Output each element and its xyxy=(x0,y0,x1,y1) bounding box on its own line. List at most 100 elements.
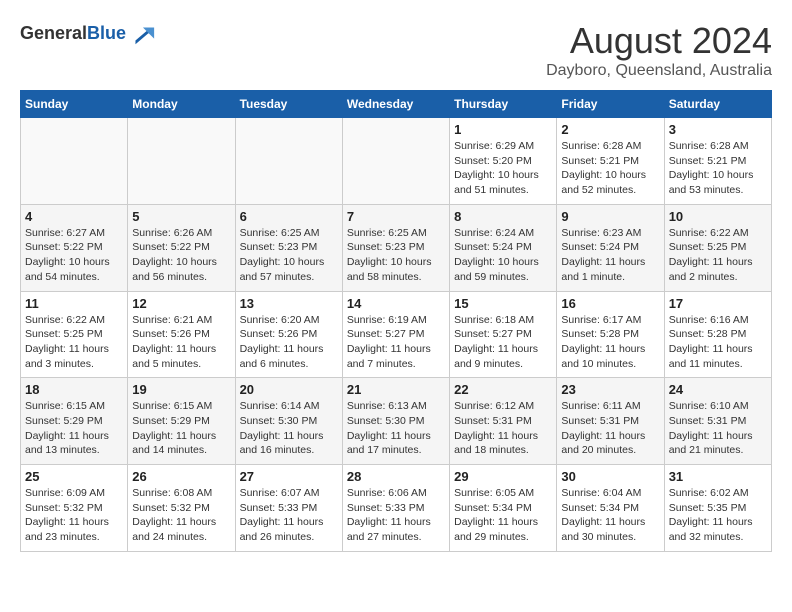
day-info: Sunrise: 6:07 AMSunset: 5:33 PMDaylight:… xyxy=(240,486,338,545)
calendar-week-row: 25 Sunrise: 6:09 AMSunset: 5:32 PMDayligh… xyxy=(21,465,772,552)
day-header: Monday xyxy=(128,91,235,118)
logo: GeneralBlue xyxy=(20,20,156,48)
day-number: 28 xyxy=(347,469,445,484)
calendar-day-cell: 10Sunrise: 6:22 AMSunset: 5:25 PMDayligh… xyxy=(664,204,771,291)
logo-icon xyxy=(128,20,156,48)
day-info: Sunrise: 6:28 AMSunset: 5:21 PMDaylight:… xyxy=(669,139,767,198)
calendar-day-cell: 24 Sunrise: 6:10 AMSunset: 5:31 PMDayligh… xyxy=(664,378,771,465)
day-number: 30 xyxy=(561,469,659,484)
day-number: 17 xyxy=(669,296,767,311)
calendar-day-cell: 26 Sunrise: 6:08 AMSunset: 5:32 PMDayligh… xyxy=(128,465,235,552)
day-number: 9 xyxy=(561,209,659,224)
calendar-header: SundayMondayTuesdayWednesdayThursdayFrid… xyxy=(21,91,772,118)
day-header: Sunday xyxy=(21,91,128,118)
day-info: Sunrise: 6:29 AMSunset: 5:20 PMDaylight:… xyxy=(454,139,552,198)
day-number: 1 xyxy=(454,122,552,137)
day-number: 23 xyxy=(561,382,659,397)
calendar-day-cell: 16 Sunrise: 6:17 AMSunset: 5:28 PMDayligh… xyxy=(557,291,664,378)
day-number: 3 xyxy=(669,122,767,137)
day-info: Sunrise: 6:08 AMSunset: 5:32 PMDaylight:… xyxy=(132,486,230,545)
day-number: 31 xyxy=(669,469,767,484)
day-info: Sunrise: 6:27 AMSunset: 5:22 PMDaylight:… xyxy=(25,226,123,285)
calendar-day-cell xyxy=(21,118,128,205)
page-header: GeneralBlue August 2024 Dayboro, Queensl… xyxy=(20,20,772,80)
day-info: Sunrise: 6:17 AMSunset: 5:28 PMDaylight:… xyxy=(561,313,659,372)
calendar-day-cell: 30Sunrise: 6:04 AMSunset: 5:34 PMDayligh… xyxy=(557,465,664,552)
day-number: 27 xyxy=(240,469,338,484)
day-number: 16 xyxy=(561,296,659,311)
day-info: Sunrise: 6:15 AMSunset: 5:29 PMDaylight:… xyxy=(25,399,123,458)
calendar-week-row: 1 Sunrise: 6:29 AMSunset: 5:20 PMDaylight… xyxy=(21,118,772,205)
calendar-day-cell: 22 Sunrise: 6:12 AMSunset: 5:31 PMDayligh… xyxy=(450,378,557,465)
calendar-day-cell: 18 Sunrise: 6:15 AMSunset: 5:29 PMDayligh… xyxy=(21,378,128,465)
calendar-day-cell xyxy=(342,118,449,205)
day-info: Sunrise: 6:21 AMSunset: 5:26 PMDaylight:… xyxy=(132,313,230,372)
logo-general-text: General xyxy=(20,23,87,43)
calendar-day-cell: 28 Sunrise: 6:06 AMSunset: 5:33 PMDayligh… xyxy=(342,465,449,552)
day-info: Sunrise: 6:28 AMSunset: 5:21 PMDaylight:… xyxy=(561,139,659,198)
day-info: Sunrise: 6:24 AMSunset: 5:24 PMDaylight:… xyxy=(454,226,552,285)
day-info: Sunrise: 6:02 AMSunset: 5:35 PMDaylight:… xyxy=(669,486,767,545)
calendar-day-cell: 1 Sunrise: 6:29 AMSunset: 5:20 PMDaylight… xyxy=(450,118,557,205)
day-number: 18 xyxy=(25,382,123,397)
day-info: Sunrise: 6:12 AMSunset: 5:31 PMDaylight:… xyxy=(454,399,552,458)
calendar-day-cell: 2 Sunrise: 6:28 AMSunset: 5:21 PMDaylight… xyxy=(557,118,664,205)
day-header: Friday xyxy=(557,91,664,118)
calendar-day-cell: 20Sunrise: 6:14 AMSunset: 5:30 PMDayligh… xyxy=(235,378,342,465)
calendar-day-cell: 19 Sunrise: 6:15 AMSunset: 5:29 PMDayligh… xyxy=(128,378,235,465)
day-number: 13 xyxy=(240,296,338,311)
day-info: Sunrise: 6:11 AMSunset: 5:31 PMDaylight:… xyxy=(561,399,659,458)
day-info: Sunrise: 6:10 AMSunset: 5:31 PMDaylight:… xyxy=(669,399,767,458)
day-number: 26 xyxy=(132,469,230,484)
day-number: 25 xyxy=(25,469,123,484)
day-number: 24 xyxy=(669,382,767,397)
calendar-day-cell: 8 Sunrise: 6:24 AMSunset: 5:24 PMDaylight… xyxy=(450,204,557,291)
day-number: 15 xyxy=(454,296,552,311)
day-number: 21 xyxy=(347,382,445,397)
day-number: 8 xyxy=(454,209,552,224)
day-number: 10 xyxy=(669,209,767,224)
calendar-day-cell: 15 Sunrise: 6:18 AMSunset: 5:27 PMDayligh… xyxy=(450,291,557,378)
calendar-day-cell: 17 Sunrise: 6:16 AMSunset: 5:28 PMDayligh… xyxy=(664,291,771,378)
day-number: 7 xyxy=(347,209,445,224)
calendar-day-cell: 25 Sunrise: 6:09 AMSunset: 5:32 PMDayligh… xyxy=(21,465,128,552)
calendar-day-cell: 23 Sunrise: 6:11 AMSunset: 5:31 PMDayligh… xyxy=(557,378,664,465)
calendar-table: SundayMondayTuesdayWednesdayThursdayFrid… xyxy=(20,90,772,552)
day-info: Sunrise: 6:19 AMSunset: 5:27 PMDaylight:… xyxy=(347,313,445,372)
day-number: 22 xyxy=(454,382,552,397)
day-number: 11 xyxy=(25,296,123,311)
day-number: 29 xyxy=(454,469,552,484)
day-number: 5 xyxy=(132,209,230,224)
day-info: Sunrise: 6:22 AMSunset: 5:25 PMDaylight:… xyxy=(25,313,123,372)
day-header: Thursday xyxy=(450,91,557,118)
day-info: Sunrise: 6:09 AMSunset: 5:32 PMDaylight:… xyxy=(25,486,123,545)
calendar-day-cell: 9 Sunrise: 6:23 AMSunset: 5:24 PMDaylight… xyxy=(557,204,664,291)
header-row: SundayMondayTuesdayWednesdayThursdayFrid… xyxy=(21,91,772,118)
day-info: Sunrise: 6:20 AMSunset: 5:26 PMDaylight:… xyxy=(240,313,338,372)
calendar-day-cell: 4 Sunrise: 6:27 AMSunset: 5:22 PMDaylight… xyxy=(21,204,128,291)
calendar-day-cell: 12Sunrise: 6:21 AMSunset: 5:26 PMDayligh… xyxy=(128,291,235,378)
calendar-week-row: 18 Sunrise: 6:15 AMSunset: 5:29 PMDayligh… xyxy=(21,378,772,465)
title-area: August 2024 Dayboro, Queensland, Austral… xyxy=(546,20,772,80)
day-info: Sunrise: 6:05 AMSunset: 5:34 PMDaylight:… xyxy=(454,486,552,545)
calendar-day-cell: 27 Sunrise: 6:07 AMSunset: 5:33 PMDayligh… xyxy=(235,465,342,552)
calendar-day-cell: 6Sunrise: 6:25 AMSunset: 5:23 PMDaylight… xyxy=(235,204,342,291)
calendar-week-row: 11 Sunrise: 6:22 AMSunset: 5:25 PMDayligh… xyxy=(21,291,772,378)
day-number: 19 xyxy=(132,382,230,397)
day-info: Sunrise: 6:25 AMSunset: 5:23 PMDaylight:… xyxy=(347,226,445,285)
calendar-day-cell xyxy=(235,118,342,205)
day-info: Sunrise: 6:06 AMSunset: 5:33 PMDaylight:… xyxy=(347,486,445,545)
calendar-day-cell: 7 Sunrise: 6:25 AMSunset: 5:23 PMDaylight… xyxy=(342,204,449,291)
logo-blue-text: Blue xyxy=(87,23,126,43)
day-info: Sunrise: 6:16 AMSunset: 5:28 PMDaylight:… xyxy=(669,313,767,372)
day-header: Saturday xyxy=(664,91,771,118)
calendar-day-cell: 3 Sunrise: 6:28 AMSunset: 5:21 PMDaylight… xyxy=(664,118,771,205)
day-info: Sunrise: 6:18 AMSunset: 5:27 PMDaylight:… xyxy=(454,313,552,372)
calendar-day-cell: 13 Sunrise: 6:20 AMSunset: 5:26 PMDayligh… xyxy=(235,291,342,378)
calendar-day-cell: 11 Sunrise: 6:22 AMSunset: 5:25 PMDayligh… xyxy=(21,291,128,378)
day-number: 4 xyxy=(25,209,123,224)
calendar-day-cell: 31 Sunrise: 6:02 AMSunset: 5:35 PMDayligh… xyxy=(664,465,771,552)
day-info: Sunrise: 6:23 AMSunset: 5:24 PMDaylight:… xyxy=(561,226,659,285)
day-info: Sunrise: 6:15 AMSunset: 5:29 PMDaylight:… xyxy=(132,399,230,458)
day-number: 2 xyxy=(561,122,659,137)
